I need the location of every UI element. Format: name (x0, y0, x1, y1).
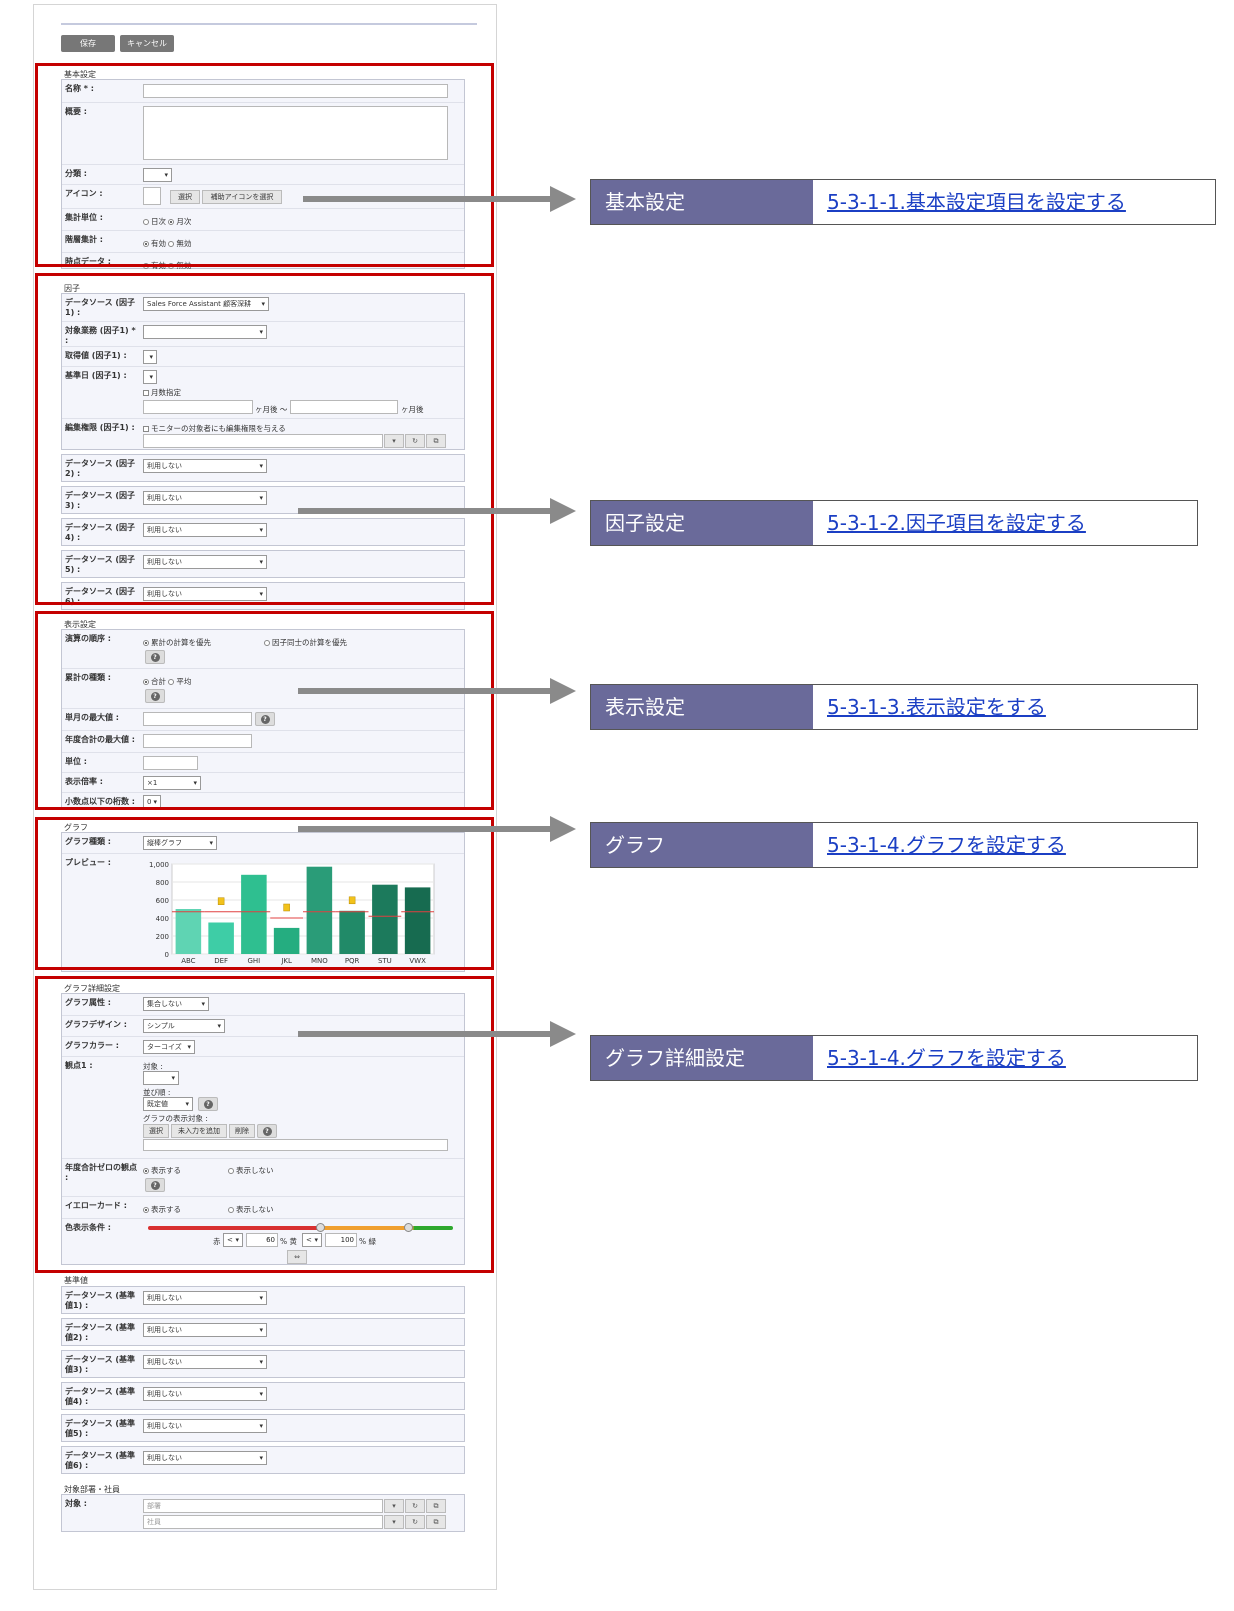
save-button[interactable]: 保存 (61, 35, 115, 52)
callout-head: 表示設定 (591, 685, 813, 729)
datasource-box: データソース (基準値1) : 利用しない (61, 1286, 465, 1314)
arrow-line (298, 688, 550, 694)
callout-head: 基本設定 (591, 180, 813, 224)
arrow-head (550, 816, 576, 842)
callout-display: 表示設定 5-3-1-3.表示設定をする (590, 684, 1198, 730)
callout-basic: 基本設定 5-3-1-1.基本設定項目を設定する (590, 179, 1216, 225)
datasource-select[interactable]: 利用しない (143, 1355, 267, 1369)
datasource-box: データソース (基準値2) : 利用しない (61, 1318, 465, 1346)
callout-graph: グラフ 5-3-1-4.グラフを設定する (590, 822, 1198, 868)
callout-factor: 因子設定 5-3-1-2.因子項目を設定する (590, 500, 1198, 546)
datasource-box: データソース (基準値6) : 利用しない (61, 1446, 465, 1474)
datasource-label: データソース (基準値1) : (65, 1291, 136, 1310)
dept-input[interactable]: 部署 (143, 1499, 383, 1513)
highlight-basic (35, 63, 494, 267)
section-title-baseline: 基準値 (64, 1276, 88, 1285)
datasource-select[interactable]: 利用しない (143, 1419, 267, 1433)
datasource-label: データソース (基準値5) : (65, 1419, 136, 1438)
datasource-label: データソース (基準値3) : (65, 1355, 136, 1374)
datasource-select[interactable]: 利用しない (143, 1291, 267, 1305)
arrow-head (550, 678, 576, 704)
callout-head: グラフ (591, 823, 813, 867)
highlight-display (35, 611, 494, 810)
callout-link[interactable]: 5-3-1-2.因子項目を設定する (827, 501, 1086, 545)
refresh-icon[interactable]: ↻ (405, 1499, 425, 1513)
arrow-line (298, 1031, 550, 1037)
callout-link[interactable]: 5-3-1-4.グラフを設定する (827, 823, 1066, 867)
copy-icon[interactable]: ⧉ (426, 1515, 446, 1529)
refresh-icon[interactable]: ↻ (405, 1515, 425, 1529)
callout-head: 因子設定 (591, 501, 813, 545)
arrow-head (550, 186, 576, 212)
callout-head: グラフ詳細設定 (591, 1036, 813, 1080)
highlight-factor (35, 273, 494, 605)
target-box: 対象 : 部署 ▾ ↻ ⧉ 社員 ▾ ↻ ⧉ (61, 1494, 465, 1532)
highlight-detail (35, 976, 494, 1273)
arrow-head (550, 1021, 576, 1047)
callout-link[interactable]: 5-3-1-1.基本設定項目を設定する (827, 180, 1126, 224)
callout-link[interactable]: 5-3-1-4.グラフを設定する (827, 1036, 1066, 1080)
target-label: 対象 : (65, 1499, 87, 1508)
chevron-down-icon[interactable]: ▾ (384, 1499, 404, 1513)
datasource-box: データソース (基準値3) : 利用しない (61, 1350, 465, 1378)
callout-detail: グラフ詳細設定 5-3-1-4.グラフを設定する (590, 1035, 1198, 1081)
chevron-down-icon[interactable]: ▾ (384, 1515, 404, 1529)
arrow-line (303, 196, 550, 202)
header-divider (61, 23, 477, 25)
cancel-button[interactable]: キャンセル (120, 35, 174, 52)
arrow-line (298, 826, 550, 832)
highlight-graph (35, 817, 494, 970)
datasource-label: データソース (基準値4) : (65, 1387, 136, 1406)
datasource-select[interactable]: 利用しない (143, 1387, 267, 1401)
datasource-label: データソース (基準値2) : (65, 1323, 136, 1342)
datasource-label: データソース (基準値6) : (65, 1451, 136, 1470)
callout-link[interactable]: 5-3-1-3.表示設定をする (827, 685, 1046, 729)
datasource-box: データソース (基準値5) : 利用しない (61, 1414, 465, 1442)
copy-icon[interactable]: ⧉ (426, 1499, 446, 1513)
arrow-head (550, 498, 576, 524)
arrow-line (298, 508, 550, 514)
employee-input[interactable]: 社員 (143, 1515, 383, 1529)
datasource-select[interactable]: 利用しない (143, 1323, 267, 1337)
datasource-box: データソース (基準値4) : 利用しない (61, 1382, 465, 1410)
datasource-select[interactable]: 利用しない (143, 1451, 267, 1465)
